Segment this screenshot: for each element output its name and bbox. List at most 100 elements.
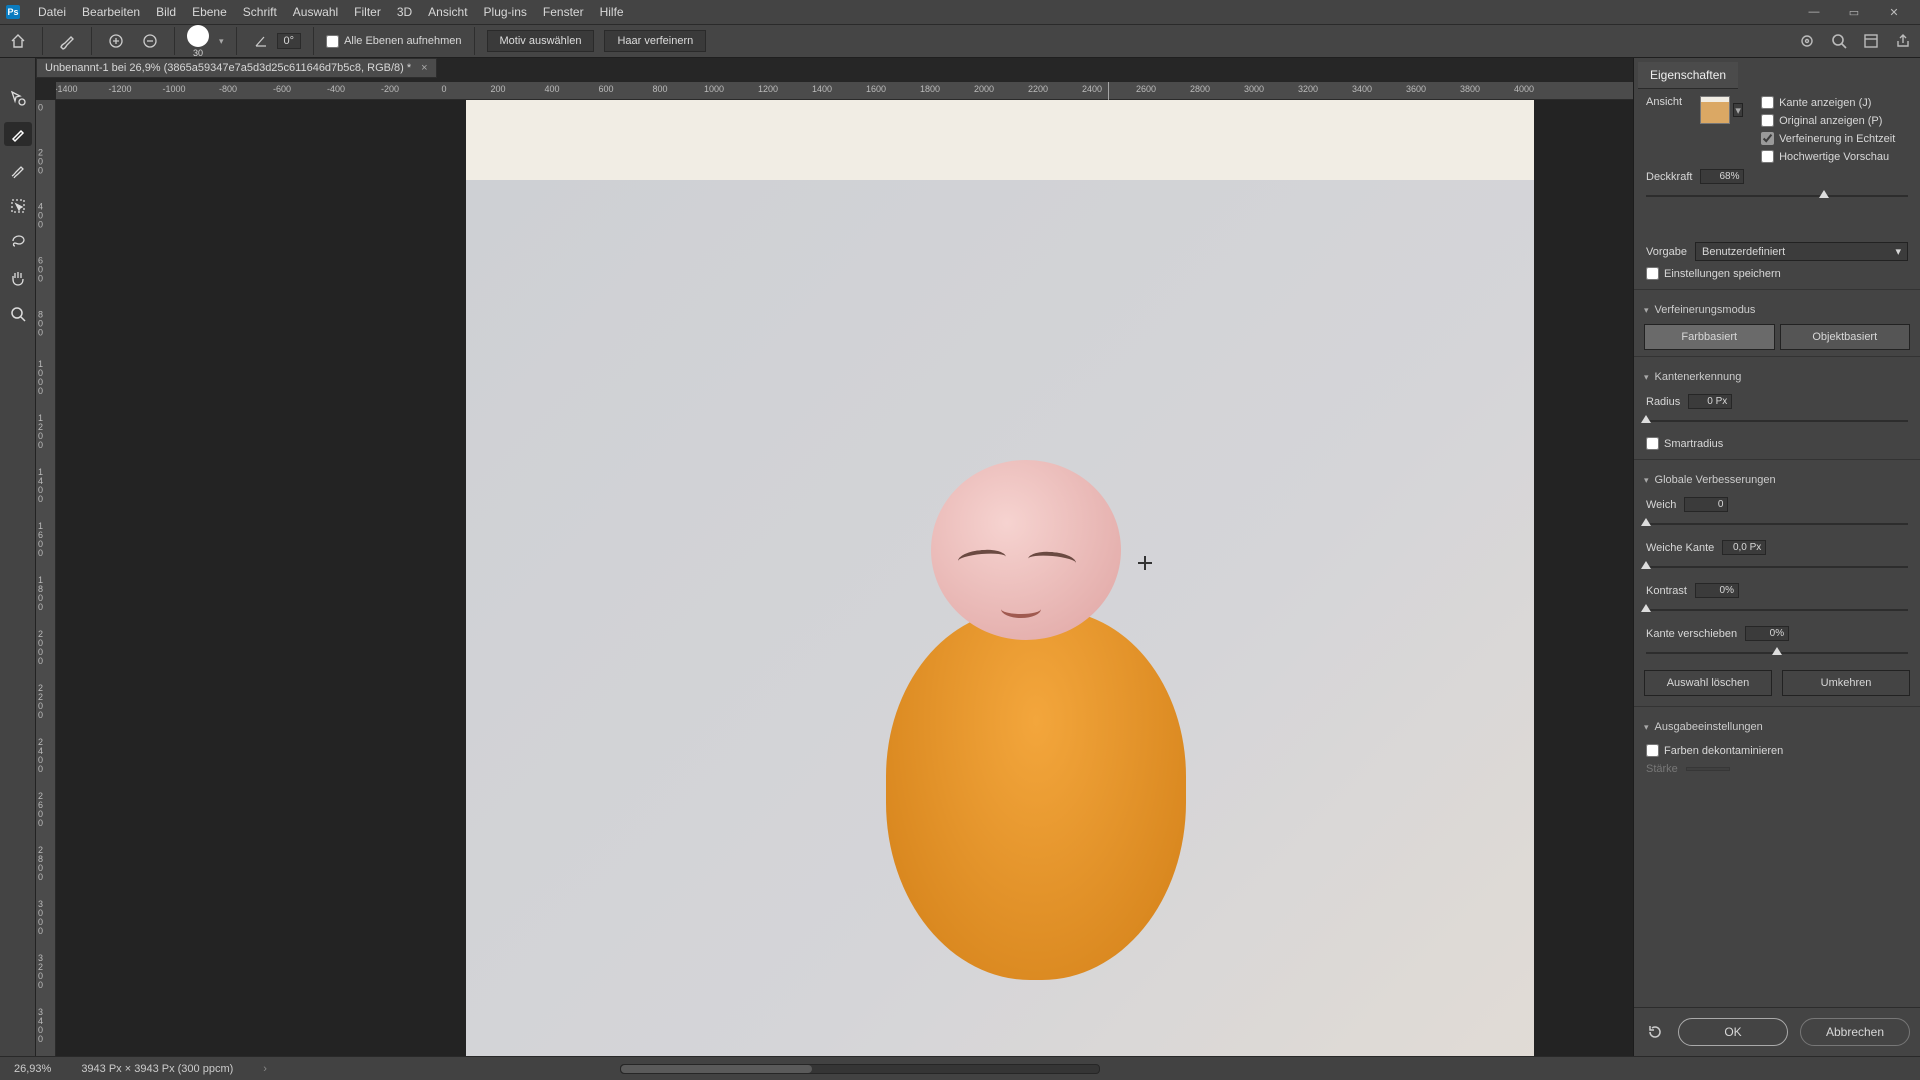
brush-tool-icon-2[interactable] (4, 158, 32, 182)
hand-tool-icon[interactable] (4, 266, 32, 290)
color-aware-button[interactable]: Farbbasiert (1644, 324, 1775, 350)
toolbox (0, 58, 36, 1056)
chevron-down-icon[interactable]: ▾ (219, 36, 224, 47)
menu-file[interactable]: Datei (30, 0, 74, 24)
realtime-refine-checkbox[interactable]: Verfeinerung in Echtzeit (1761, 132, 1908, 145)
smooth-slider[interactable] (1646, 519, 1908, 529)
clear-selection-button[interactable]: Auswahl löschen (1644, 670, 1772, 696)
menu-window[interactable]: Fenster (535, 0, 592, 24)
brush-preview-icon[interactable] (187, 25, 209, 47)
object-select-tool-icon[interactable] (4, 194, 32, 218)
subtract-from-selection-icon[interactable] (138, 29, 162, 53)
amount-value (1686, 767, 1730, 771)
refine-mode-section[interactable]: ▾Verfeinerungsmodus (1634, 296, 1920, 324)
shift-edge-value[interactable]: 0% (1745, 626, 1789, 641)
sample-all-layers-checkbox[interactable]: Alle Ebenen aufnehmen (326, 35, 461, 48)
opacity-value[interactable]: 68% (1700, 169, 1744, 184)
refine-hair-button[interactable]: Haar verfeinern (604, 30, 706, 52)
window-minimize-icon[interactable]: — (1794, 0, 1834, 24)
select-subject-button[interactable]: Motiv auswählen (487, 30, 595, 52)
close-tab-icon[interactable]: × (421, 62, 427, 74)
brush-tool-icon[interactable] (55, 29, 79, 53)
angle-value[interactable]: 0° (277, 33, 302, 49)
radius-label: Radius (1646, 396, 1680, 408)
refine-edge-brush-tool-icon[interactable] (4, 122, 32, 146)
shift-edge-slider[interactable] (1646, 648, 1908, 658)
menu-help[interactable]: Hilfe (592, 0, 632, 24)
menu-3d[interactable]: 3D (389, 0, 420, 24)
menu-select[interactable]: Auswahl (285, 0, 346, 24)
quick-select-tool-icon[interactable] (4, 86, 32, 110)
opacity-slider[interactable] (1646, 191, 1908, 201)
horizontal-ruler: -1400-1200-1000-800-600-400-200020040060… (56, 82, 1633, 100)
document-tab[interactable]: Unbenannt-1 bei 26,9% (3865a59347e7a5d3d… (36, 58, 437, 78)
properties-tab[interactable]: Eigenschaften (1638, 62, 1738, 89)
menu-filter[interactable]: Filter (346, 0, 389, 24)
contrast-slider[interactable] (1646, 605, 1908, 615)
home-icon[interactable] (6, 29, 30, 53)
global-refinements-section[interactable]: ▾Globale Verbesserungen (1634, 466, 1920, 494)
doc-info-readout[interactable]: 3943 Px × 3943 Px (300 ppcm) (81, 1063, 233, 1075)
window-close-icon[interactable]: ✕ (1874, 0, 1914, 24)
shift-edge-label: Kante verschieben (1646, 628, 1737, 640)
menu-image[interactable]: Bild (148, 0, 184, 24)
angle-icon[interactable] (249, 29, 273, 53)
document-canvas[interactable] (466, 100, 1534, 1056)
menu-plugins[interactable]: Plug-ins (476, 0, 535, 24)
canvas-stage: -1400-1200-1000-800-600-400-200020040060… (36, 58, 1633, 1056)
smooth-value[interactable]: 0 (1684, 497, 1728, 512)
menu-edit[interactable]: Bearbeiten (74, 0, 148, 24)
menu-type[interactable]: Schrift (235, 0, 285, 24)
chevron-down-icon: ▾ (1895, 245, 1901, 258)
hq-preview-checkbox[interactable]: Hochwertige Vorschau (1761, 150, 1908, 163)
zoom-readout[interactable]: 26,93% (14, 1063, 51, 1075)
app-icon: Ps (6, 5, 20, 19)
horizontal-scrollbar[interactable] (620, 1064, 1100, 1074)
ruler-indicator (1108, 82, 1109, 100)
zoom-tool-icon[interactable] (4, 302, 32, 326)
cancel-button[interactable]: Abbrechen (1800, 1018, 1910, 1046)
feather-label: Weiche Kante (1646, 542, 1714, 554)
feather-slider[interactable] (1646, 562, 1908, 572)
workspace-icon[interactable] (1860, 30, 1882, 52)
lasso-tool-icon[interactable] (4, 230, 32, 254)
preset-label: Vorgabe (1646, 246, 1687, 258)
ok-button[interactable]: OK (1678, 1018, 1788, 1046)
search-icon[interactable] (1828, 30, 1850, 52)
vertical-ruler: 0200400600800100012001400160018002000220… (36, 100, 56, 1056)
canvas-viewport[interactable] (56, 100, 1633, 1056)
view-mode-dropdown-icon[interactable]: ▾ (1733, 103, 1743, 117)
status-bar: 26,93% 3943 Px × 3943 Px (300 ppcm) › (0, 1056, 1920, 1080)
add-to-selection-icon[interactable] (104, 29, 128, 53)
preset-dropdown[interactable]: Benutzerdefiniert▾ (1695, 242, 1908, 261)
amount-label: Stärke (1646, 763, 1678, 775)
smart-radius-checkbox[interactable]: Smartradius (1646, 437, 1908, 450)
menu-layer[interactable]: Ebene (184, 0, 235, 24)
image-subject (886, 460, 1186, 1000)
opacity-label: Deckkraft (1646, 171, 1692, 183)
contrast-value[interactable]: 0% (1695, 583, 1739, 598)
document-tab-title: Unbenannt-1 bei 26,9% (3865a59347e7a5d3d… (45, 62, 411, 74)
info-chevron-icon[interactable]: › (263, 1063, 267, 1075)
save-settings-checkbox[interactable]: Einstellungen speichern (1646, 267, 1908, 280)
decontaminate-colors-checkbox[interactable]: Farben dekontaminieren (1646, 744, 1908, 757)
menu-view[interactable]: Ansicht (420, 0, 475, 24)
radius-value[interactable]: 0 Px (1688, 394, 1732, 409)
show-edge-checkbox[interactable]: Kante anzeigen (J) (1761, 96, 1908, 109)
options-bar: 30 ▾ 0° Alle Ebenen aufnehmen Motiv ausw… (0, 24, 1920, 58)
object-aware-button[interactable]: Objektbasiert (1780, 324, 1911, 350)
window-maximize-icon[interactable]: ▭ (1834, 0, 1874, 24)
view-mode-thumbnail[interactable] (1700, 96, 1730, 124)
reset-icon[interactable] (1644, 1021, 1666, 1043)
menubar: Ps Datei Bearbeiten Bild Ebene Schrift A… (0, 0, 1920, 24)
view-label: Ansicht (1646, 96, 1682, 108)
output-settings-section[interactable]: ▾Ausgabeeinstellungen (1634, 713, 1920, 741)
edge-detection-section[interactable]: ▾Kantenerkennung (1634, 363, 1920, 391)
feather-value[interactable]: 0,0 Px (1722, 540, 1766, 555)
radius-slider[interactable] (1646, 416, 1908, 426)
invert-button[interactable]: Umkehren (1782, 670, 1910, 696)
share-icon[interactable] (1892, 30, 1914, 52)
show-original-checkbox[interactable]: Original anzeigen (P) (1761, 114, 1908, 127)
cloud-docs-icon[interactable] (1796, 30, 1818, 52)
brush-size-readout: 30 (193, 48, 203, 58)
